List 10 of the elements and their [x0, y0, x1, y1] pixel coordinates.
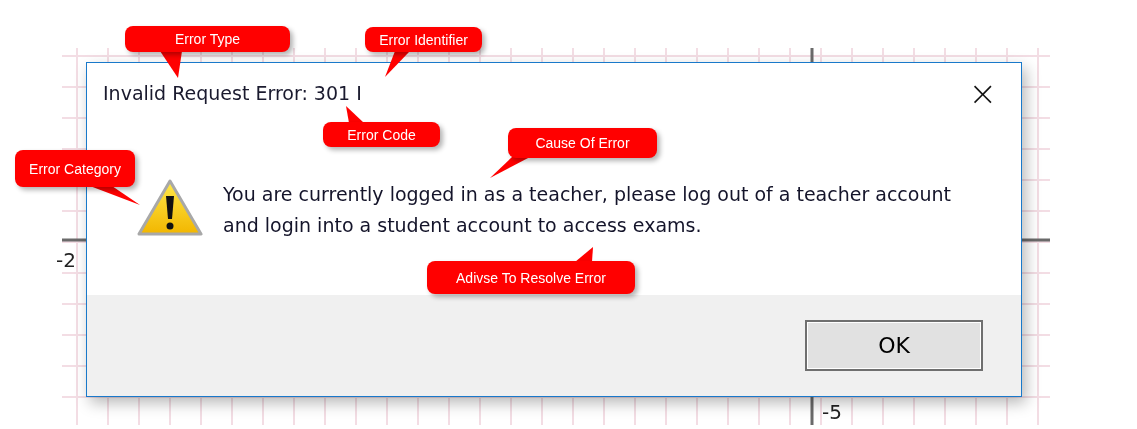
callout-pointer	[160, 51, 182, 78]
axis-label: -2	[56, 248, 76, 272]
callout-pointer	[490, 157, 530, 178]
ok-button[interactable]: OK	[805, 320, 983, 371]
close-button[interactable]: ×	[962, 76, 1003, 110]
callout-pointer	[385, 51, 410, 77]
window-title: Invalid Request Error: 301 I	[103, 82, 362, 104]
error-message: You are currently logged in as a teacher, please log out of a teacher account and login into a student account to access exams.	[223, 182, 952, 238]
warning-icon	[137, 179, 203, 237]
axis-label: -5	[822, 400, 842, 424]
